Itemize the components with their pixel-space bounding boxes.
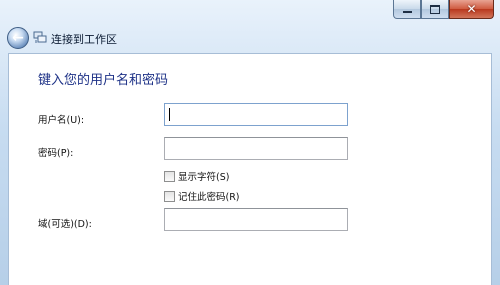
- username-label: 用户名(U):: [38, 115, 85, 126]
- credentials-pane: 键入您的用户名和密码 用户名(U): 密码(P): 显示字符(S) 记住此密码(…: [8, 53, 492, 285]
- text-caret: [169, 108, 170, 121]
- window-title: 连接到工作区: [51, 33, 117, 46]
- navigation-bar: ← 连接到工作区: [0, 24, 500, 52]
- caption-buttons: ✕: [393, 0, 494, 19]
- minimize-button[interactable]: [393, 0, 421, 19]
- minimize-icon: [402, 11, 412, 13]
- close-button[interactable]: ✕: [449, 0, 494, 19]
- maximize-button[interactable]: [421, 0, 449, 19]
- show-characters-checkbox[interactable]: [164, 170, 175, 182]
- remember-password-option[interactable]: 记住此密码(R): [164, 189, 240, 203]
- domain-field[interactable]: [164, 208, 348, 231]
- password-label: 密码(P):: [38, 148, 74, 159]
- page-heading: 键入您的用户名和密码: [38, 73, 169, 88]
- show-characters-label: 显示字符(S): [178, 172, 230, 183]
- remember-password-checkbox[interactable]: [164, 190, 175, 202]
- remember-password-label: 记住此密码(R): [178, 192, 240, 203]
- password-field[interactable]: [164, 137, 348, 160]
- back-button[interactable]: ←: [7, 27, 29, 49]
- show-characters-option[interactable]: 显示字符(S): [164, 169, 229, 183]
- close-icon: ✕: [466, 2, 477, 16]
- network-connection-icon: [33, 31, 47, 43]
- maximize-icon: [430, 4, 440, 14]
- username-field[interactable]: [164, 103, 348, 126]
- back-arrow-icon: ←: [12, 30, 24, 46]
- domain-label: 域(可选)(D):: [38, 219, 92, 230]
- window-frame: ✕ ← 连接到工作区 键入您的用户名和密码 用户名(U): 密码(P): 显示字…: [0, 0, 500, 285]
